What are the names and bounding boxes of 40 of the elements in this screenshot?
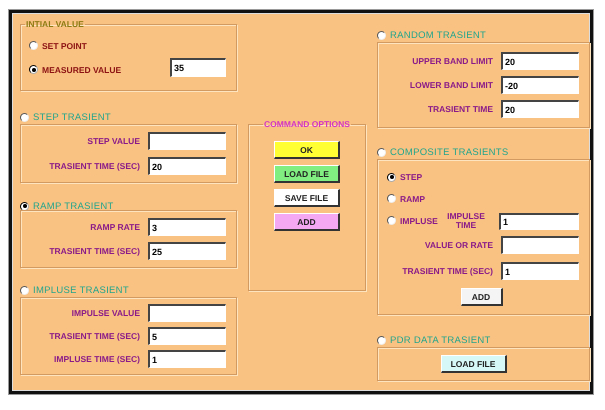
command-button[interactable]: ADD xyxy=(274,213,340,231)
input-field[interactable]: 35 xyxy=(170,58,226,77)
command-button[interactable]: SAVE FILE xyxy=(274,189,340,207)
add-button[interactable]: ADD xyxy=(460,288,502,306)
radio-button[interactable]: IMPLUSE xyxy=(387,216,438,226)
load-file-button[interactable]: LOAD FILE xyxy=(440,355,506,373)
field-label: TRASIENT TIME (SEC) xyxy=(49,161,140,171)
input-field[interactable]: 1 xyxy=(499,212,579,230)
field-label: TRASIENT TIME (SEC) xyxy=(49,246,140,256)
field-label: TRASIENT TIME xyxy=(428,104,493,114)
input-field[interactable]: 5 xyxy=(148,327,226,345)
command-button[interactable]: OK xyxy=(274,141,340,159)
input-field[interactable]: 25 xyxy=(148,242,226,260)
input-field[interactable]: 1 xyxy=(501,262,579,280)
radio-button[interactable]: RAMP xyxy=(387,194,426,204)
group-title: COMMAND OPTIONS xyxy=(263,119,351,129)
input-field[interactable]: 1 xyxy=(148,350,226,368)
input-field[interactable]: 3 xyxy=(148,218,226,236)
field-label: IMPLUSE TIME (SEC) xyxy=(54,354,140,364)
input-field[interactable]: 20 xyxy=(148,157,226,175)
field-label: RAMP RATE xyxy=(90,222,140,232)
field-label: VALUE OR RATE xyxy=(424,240,493,250)
command-button[interactable]: LOAD FILE xyxy=(274,165,340,183)
field-label: IMPULSE VALUE xyxy=(72,308,140,318)
field-label: LOWER BAND LIMIT xyxy=(410,80,493,90)
radio-button[interactable]: SET POINT xyxy=(29,40,87,50)
group-title: INTIAL VALUE xyxy=(25,19,85,29)
field-label: UPPER BAND LIMIT xyxy=(412,56,493,66)
input-field[interactable] xyxy=(501,236,579,254)
field-label: STEP VALUE xyxy=(87,136,140,146)
input-field[interactable]: 20 xyxy=(501,100,579,118)
radio-button[interactable]: MEASURED VALUE xyxy=(29,64,122,74)
field-label: TRASIENT TIME (SEC) xyxy=(49,331,140,341)
field-label: TRASIENT TIME (SEC) xyxy=(402,266,493,276)
field-label: IMPULSE TIME xyxy=(446,212,486,230)
input-field[interactable]: -20 xyxy=(501,76,579,94)
input-field[interactable] xyxy=(148,132,226,150)
input-field[interactable]: 20 xyxy=(501,52,579,70)
radio-button[interactable]: STEP xyxy=(387,172,422,182)
input-field[interactable] xyxy=(148,304,226,322)
